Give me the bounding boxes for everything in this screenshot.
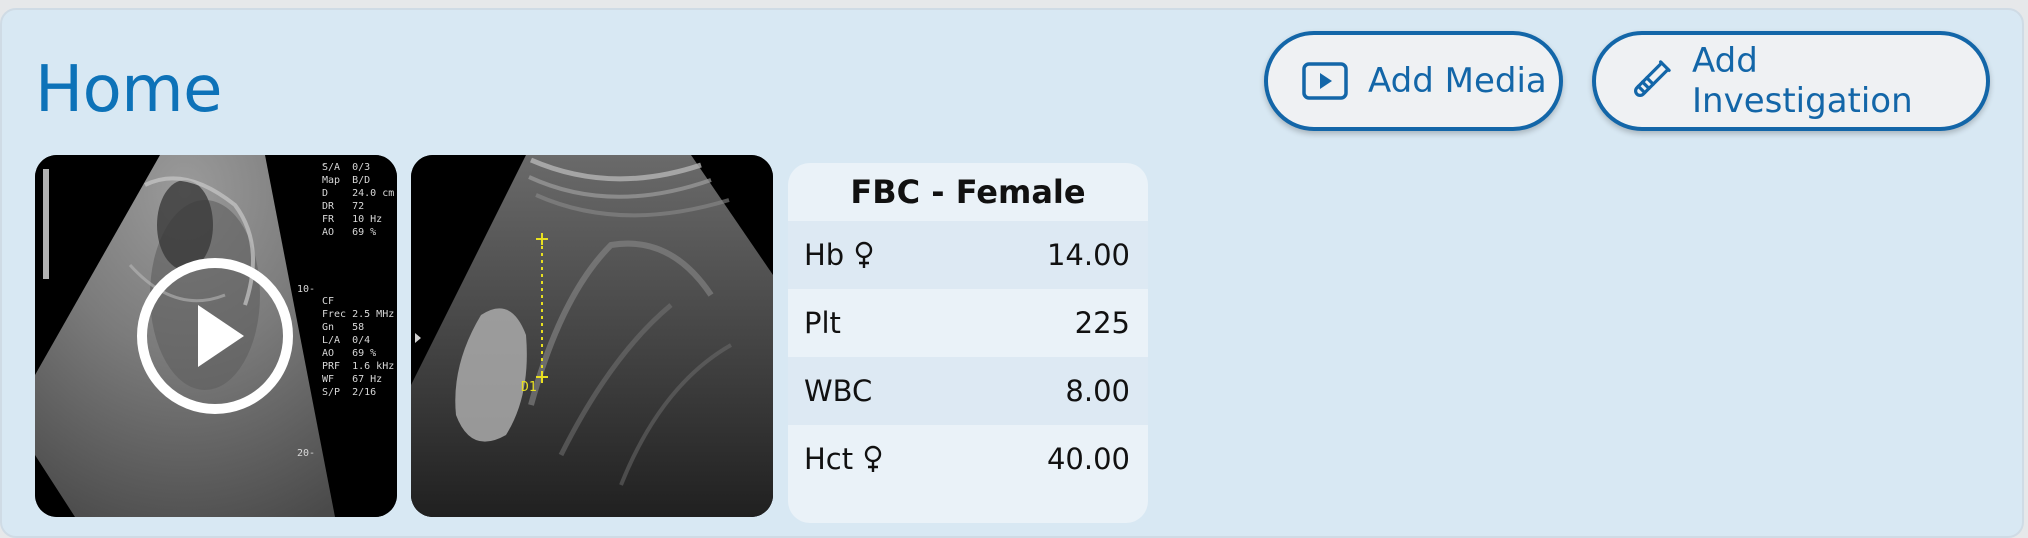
female-sign-icon [863, 445, 883, 473]
depth-marker-10: 10- [297, 284, 316, 295]
result-value: 225 [1074, 306, 1130, 340]
result-row-plt: Plt 225 [788, 289, 1148, 357]
result-name: Plt [804, 306, 841, 340]
test-tube-icon [1626, 57, 1674, 105]
ultrasound-settings-bottom: CF Frec 2.5 MHz Gn 58 L/A 0/4 AO 69 % PR… [322, 296, 395, 398]
result-name: Hct [804, 442, 854, 476]
investigation-title: FBC - Female [850, 173, 1086, 211]
play-circle-icon[interactable] [136, 257, 294, 415]
result-value: 14.00 [1046, 238, 1130, 272]
media-thumbnail-image[interactable]: D1 [411, 155, 773, 517]
add-investigation-button[interactable]: Add Investigation [1592, 31, 1990, 131]
result-value: 40.00 [1046, 442, 1130, 476]
result-row-hct: Hct 40.00 [788, 425, 1148, 493]
home-panel: Home Add Media Add Investigation - S/A 0… [0, 8, 2024, 538]
female-sign-icon [854, 241, 874, 269]
play-square-icon [1302, 62, 1348, 100]
result-value: 8.00 [1065, 374, 1130, 408]
result-row-wbc: WBC 8.00 [788, 357, 1148, 425]
add-investigation-label: Add Investigation [1692, 41, 1913, 121]
add-media-label: Add Media [1368, 61, 1547, 101]
page-title: Home [35, 53, 223, 127]
depth-marker-20: 20- [297, 448, 316, 459]
result-name: WBC [804, 374, 873, 408]
measurement-marker-label: D1 [521, 380, 537, 395]
ultrasound-image [411, 155, 773, 517]
ultrasound-settings-top: S/A 0/3 Map B/D D 24.0 cm DR 72 FR 10 Hz… [322, 162, 395, 238]
investigation-card[interactable]: FBC - Female Hb 14.00 Plt 225 WBC 8.00 H… [788, 163, 1148, 523]
media-thumbnail-video[interactable]: - S/A 0/3 Map B/D D 24.0 cm DR 72 FR 10 … [35, 155, 397, 517]
result-name: Hb [804, 238, 845, 272]
result-row-hb: Hb 14.00 [788, 221, 1148, 289]
add-media-button[interactable]: Add Media [1264, 31, 1563, 131]
